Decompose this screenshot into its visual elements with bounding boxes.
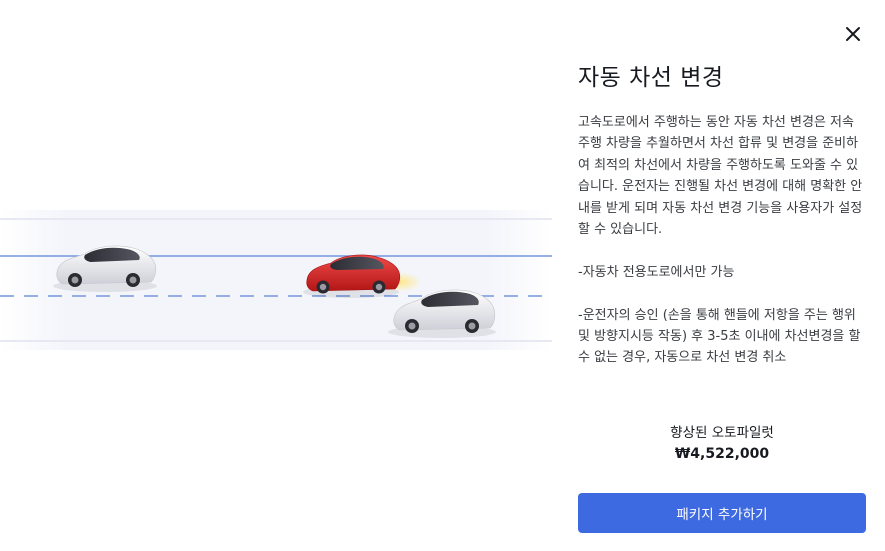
package-price: ₩4,522,000 <box>674 446 770 462</box>
close-icon <box>846 27 860 41</box>
description-condition-1: -자동차 전용도로에서만 가능 <box>578 264 735 280</box>
description-condition-2: -운전자의 승인 (손을 통해 핸들에 저항을 주는 행위 및 방향지시등 작동… <box>578 307 861 366</box>
package-name: 향상된 오토파일럿 <box>670 425 774 441</box>
add-package-button[interactable]: 패키지 추가하기 <box>578 493 866 533</box>
feature-description: 고속도로에서 주행하는 동안 자동 차선 변경은 저속 주행 차량을 추월하면서… <box>578 112 868 369</box>
modal-title: 자동 차선 변경 <box>578 65 724 91</box>
description-paragraph: 고속도로에서 주행하는 동안 자동 차선 변경은 저속 주행 차량을 추월하면서… <box>578 115 863 238</box>
close-button[interactable] <box>841 22 865 46</box>
auto-lane-change-illustration <box>0 210 552 350</box>
